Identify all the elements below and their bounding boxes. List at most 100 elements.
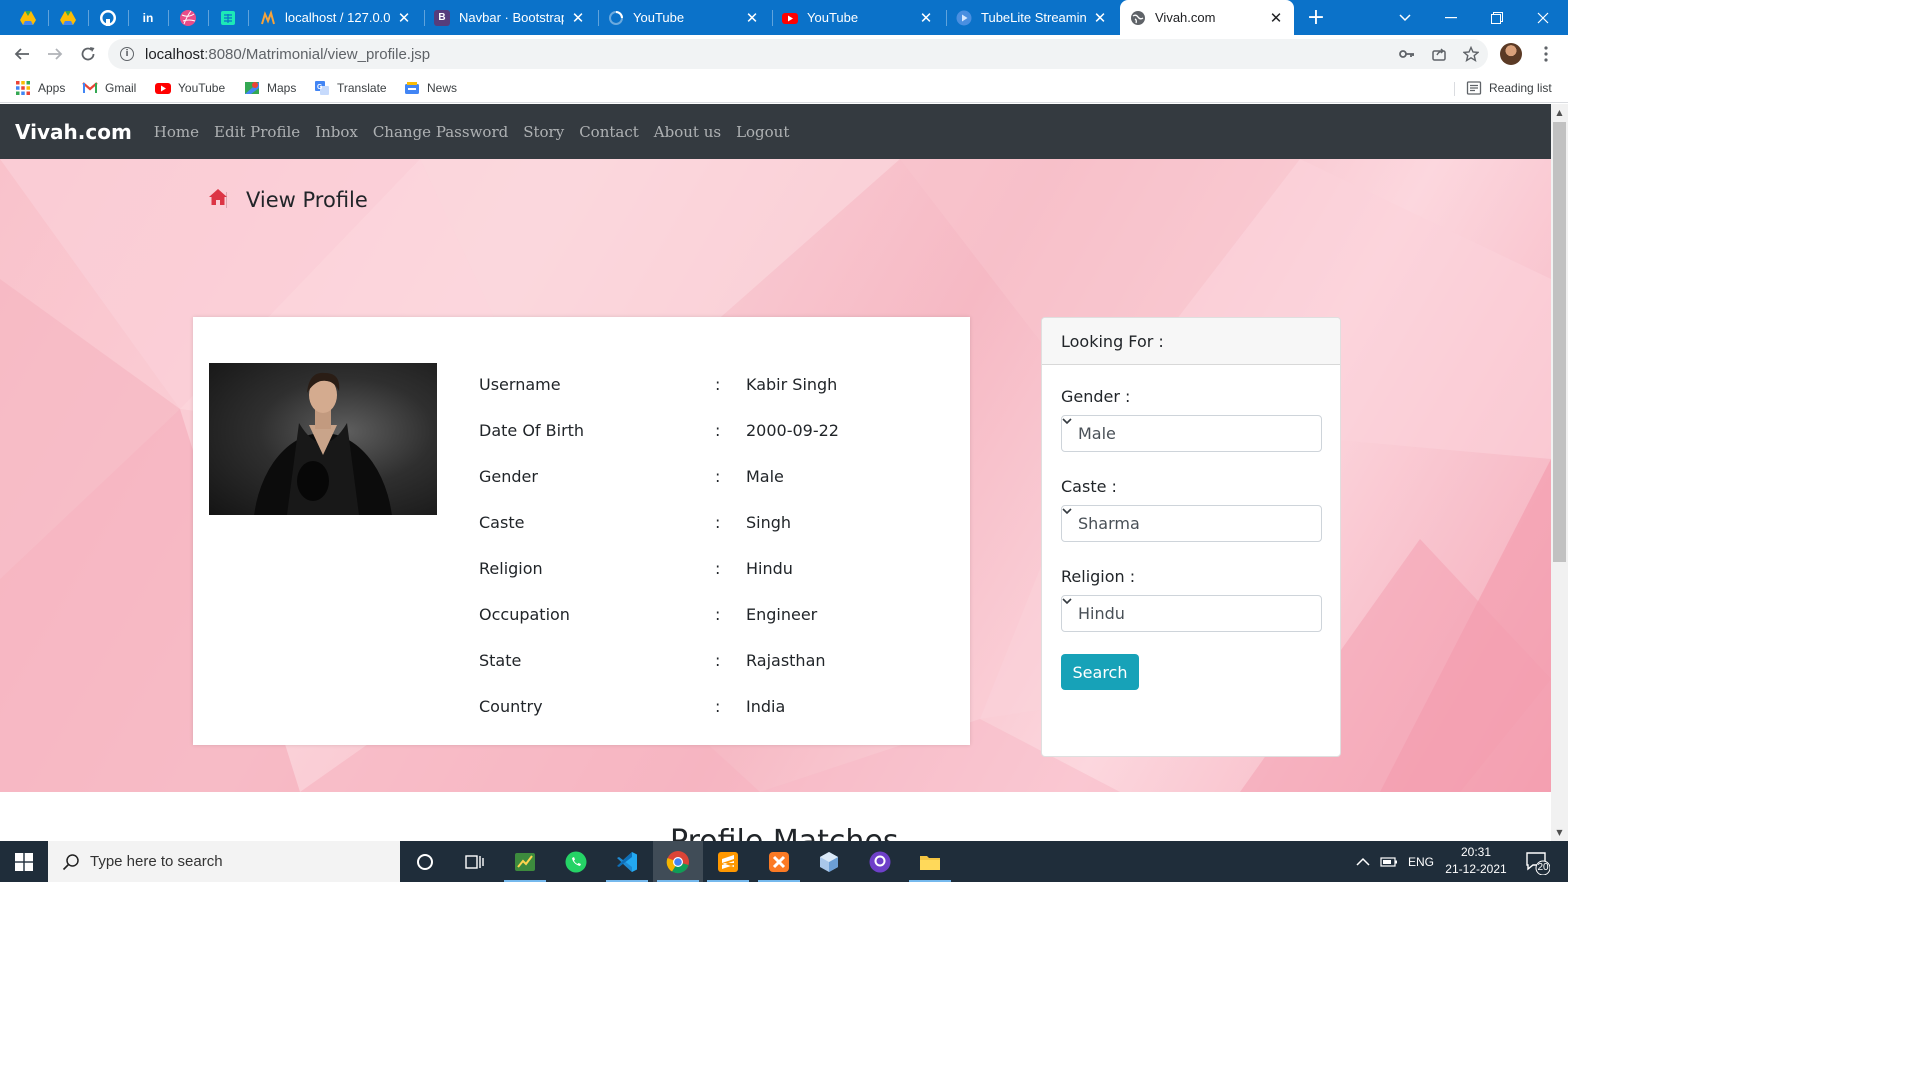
forward-button[interactable] xyxy=(41,40,69,68)
taskbar-app-sublime[interactable] xyxy=(703,841,753,882)
pinned-tab-drive[interactable] xyxy=(8,0,48,35)
tab-youtube-1[interactable]: YouTube ✕ xyxy=(598,0,770,35)
search-icon xyxy=(62,853,79,870)
sublime-text-icon xyxy=(718,851,738,872)
nav-link-home[interactable]: Home xyxy=(154,123,199,141)
scroll-up-arrow-icon[interactable]: ▲ xyxy=(1551,104,1568,121)
field-separator: : xyxy=(715,651,721,670)
pinned-tab-dribbble[interactable] xyxy=(168,0,208,35)
menu-kebab-icon[interactable] xyxy=(1535,43,1557,65)
pinned-tab-sheets[interactable] xyxy=(208,0,248,35)
tab-phpmyadmin[interactable]: localhost / 127.0.0.1 ✕ xyxy=(250,0,422,35)
profile-hero-section: View Profile Username : Kabir Singh Date… xyxy=(0,159,1551,792)
nav-link-edit-profile[interactable]: Edit Profile xyxy=(214,123,300,141)
close-tab-icon[interactable]: ✕ xyxy=(1092,9,1108,27)
site-brand[interactable]: Vivah.com xyxy=(15,120,132,144)
taskbar-app-vscode[interactable] xyxy=(602,841,652,882)
bookmark-apps[interactable]: Apps xyxy=(15,78,65,98)
tab-vivah[interactable]: Vivah.com ✕ xyxy=(1120,0,1294,35)
taskbar-app-xampp[interactable] xyxy=(754,841,804,882)
globe-icon xyxy=(1131,10,1145,25)
task-view-icon xyxy=(465,854,484,869)
minimize-button[interactable] xyxy=(1428,0,1474,35)
caste-select[interactable]: Sharma xyxy=(1061,505,1322,542)
profile-matches-section: Profile Matches xyxy=(0,792,1551,841)
taskbar-app-whatsapp[interactable] xyxy=(551,841,601,882)
address-bar[interactable]: i localhost:8080/Matrimonial/view_profil… xyxy=(108,39,1488,69)
pinned-tab-linkedin[interactable]: in xyxy=(128,0,168,35)
reload-button[interactable] xyxy=(74,40,102,68)
nav-link-logout[interactable]: Logout xyxy=(736,123,789,141)
site-info-icon[interactable]: i xyxy=(120,47,134,61)
nav-link-inbox[interactable]: Inbox xyxy=(315,123,358,141)
loading-spinner-icon xyxy=(609,10,623,25)
start-button[interactable] xyxy=(0,841,48,882)
looking-for-heading: Looking For : xyxy=(1042,318,1340,365)
show-hidden-icons-button[interactable] xyxy=(1356,841,1370,882)
page-scrollbar[interactable]: ▲ ▼ xyxy=(1551,104,1568,841)
tab-tubelite[interactable]: TubeLite Streaming ✕ xyxy=(946,0,1118,35)
new-tab-button[interactable]: + xyxy=(1300,0,1332,35)
url-text[interactable]: localhost:8080/Matrimonial/view_profile.… xyxy=(145,46,430,63)
bookmark-translate[interactable]: G Translate xyxy=(314,78,387,98)
taskbar-app-file-explorer[interactable] xyxy=(905,841,955,882)
gmail-icon xyxy=(82,82,98,93)
restore-button[interactable] xyxy=(1474,0,1520,35)
close-tab-icon[interactable]: ✕ xyxy=(570,9,586,27)
bookmark-gmail[interactable]: Gmail xyxy=(82,78,136,98)
pinned-tab-github[interactable] xyxy=(88,0,128,35)
tab-title: YouTube xyxy=(633,10,685,25)
bookmark-news[interactable]: News xyxy=(404,78,457,98)
field-value: Male xyxy=(746,467,784,486)
reload-icon xyxy=(81,47,95,61)
close-tab-icon[interactable]: ✕ xyxy=(1268,9,1284,27)
gender-select[interactable]: Male xyxy=(1061,415,1322,452)
nav-link-about-us[interactable]: About us xyxy=(654,123,721,141)
share-icon[interactable] xyxy=(1428,43,1450,65)
task-view-button[interactable] xyxy=(450,841,500,882)
tab-bootstrap[interactable]: B Navbar · Bootstrap v ✕ xyxy=(424,0,596,35)
pinned-tab-drive-2[interactable] xyxy=(48,0,88,35)
nav-link-change-password[interactable]: Change Password xyxy=(373,123,508,141)
taskbar-app-chrome[interactable] xyxy=(653,841,703,882)
tab-youtube-2[interactable]: YouTube ✕ xyxy=(772,0,944,35)
system-clock[interactable]: 20:31 21-12-2021 xyxy=(1440,844,1512,878)
taskbar-app-github-desktop[interactable] xyxy=(855,841,905,882)
tab-search-icon[interactable] xyxy=(1382,0,1428,35)
spreadsheet-icon xyxy=(221,10,235,25)
password-key-icon[interactable] xyxy=(1396,43,1418,65)
taskbar-app-chart-tool[interactable] xyxy=(500,841,550,882)
taskbar-search-box[interactable]: Type here to search xyxy=(48,841,400,882)
bookmark-youtube[interactable]: YouTube xyxy=(155,78,225,98)
tubelite-icon xyxy=(956,10,972,25)
nav-link-contact[interactable]: Contact xyxy=(579,123,639,141)
battery-button[interactable] xyxy=(1380,841,1398,882)
forward-arrow-icon xyxy=(48,48,63,60)
cortana-button[interactable] xyxy=(400,841,450,882)
close-tab-icon[interactable]: ✕ xyxy=(744,9,760,27)
news-icon xyxy=(405,82,419,94)
bookmark-maps[interactable]: Maps xyxy=(244,78,296,98)
religion-selected-value: Hindu xyxy=(1078,604,1125,623)
gender-label: Gender : xyxy=(1061,387,1131,406)
search-button[interactable]: Search xyxy=(1061,654,1139,690)
notification-center-button[interactable]: 20 xyxy=(1524,849,1551,876)
close-tab-icon[interactable]: ✕ xyxy=(918,9,934,27)
religion-select[interactable]: Hindu xyxy=(1061,595,1322,632)
close-tab-icon[interactable]: ✕ xyxy=(396,9,412,27)
close-window-button[interactable] xyxy=(1520,0,1566,35)
bookmark-star-icon[interactable] xyxy=(1460,43,1482,65)
nav-link-story[interactable]: Story xyxy=(523,123,564,141)
browser-tab-strip: in localhost / 127.0.0.1 ✕ B Navbar · Bo… xyxy=(0,0,1568,35)
back-button[interactable] xyxy=(8,40,36,68)
scroll-thumb[interactable] xyxy=(1553,122,1566,562)
bookmark-label: Maps xyxy=(267,81,297,95)
taskbar-app-virtualbox[interactable] xyxy=(804,841,854,882)
home-icon[interactable] xyxy=(208,188,228,206)
profile-avatar[interactable] xyxy=(1500,43,1522,65)
reading-list-button[interactable]: Reading list xyxy=(1466,78,1552,98)
caste-selected-value: Sharma xyxy=(1078,514,1140,533)
language-indicator[interactable]: ENG xyxy=(1408,841,1434,882)
scroll-down-arrow-icon[interactable]: ▼ xyxy=(1551,824,1568,841)
chevron-down-icon xyxy=(1062,418,1072,425)
